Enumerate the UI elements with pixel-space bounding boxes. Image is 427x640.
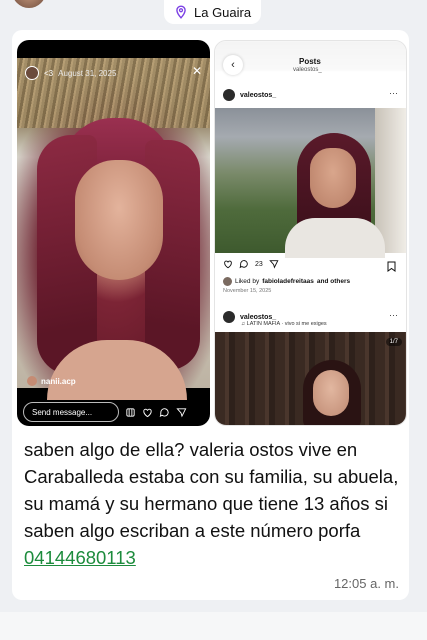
carousel-counter: 1/7 (385, 338, 402, 346)
heart-icon[interactable] (142, 407, 153, 418)
sender-avatar[interactable] (12, 0, 46, 8)
posts-screenshot[interactable]: ‹ Posts valeostos_ valeostos_ ··· 23 Lik… (214, 40, 407, 426)
story-avatar[interactable] (25, 66, 39, 80)
story-mention[interactable]: nanii.acp (27, 376, 76, 386)
liked-by-user[interactable]: fabioladefreitaas (262, 278, 314, 285)
location-pill[interactable]: La Guaira (164, 0, 262, 24)
message-text: saben algo de ella? valeria ostos vive e… (24, 436, 404, 571)
phone-link[interactable]: 04144680113 (24, 547, 136, 568)
close-icon[interactable]: ✕ (192, 64, 202, 78)
post1-username: valeostos_ (240, 91, 277, 99)
post1-face (310, 148, 356, 208)
post1-actions: 23 (223, 259, 279, 269)
post2-music[interactable]: ♫ LATIN MAFIA · vivo si me exiges (241, 321, 327, 327)
mention-username: nanii.acp (41, 376, 76, 386)
liked-by-prefix: Liked by (235, 278, 260, 285)
posts-subtitle: valeostos_ (293, 67, 322, 73)
story-screenshot[interactable]: <3 August 31, 2025 ✕ nanii.acp Send mess… (17, 40, 210, 426)
liked-by[interactable]: Liked by fabioladefreitaas and others (223, 277, 350, 286)
more-icon[interactable]: ··· (389, 88, 398, 98)
story-username[interactable]: <3 (44, 69, 53, 78)
mention-avatar (27, 376, 37, 386)
location-label: La Guaira (194, 4, 252, 20)
post1-user[interactable]: valeostos_ (223, 89, 276, 101)
posts-title: Posts (299, 57, 321, 66)
heart-icon[interactable] (223, 259, 233, 269)
post2-face (313, 370, 349, 416)
post2-avatar (223, 311, 235, 323)
chevron-left-icon[interactable]: ‹ (223, 55, 243, 75)
more-icon[interactable]: ··· (389, 310, 398, 320)
post1-shirt (285, 218, 385, 258)
copy-icon[interactable] (125, 407, 136, 418)
liked-by-suffix: and others (316, 278, 351, 285)
story-reply-bar: Send message... (17, 398, 210, 426)
bookmark-icon[interactable] (387, 259, 396, 277)
liked-by-avatar (223, 277, 232, 286)
bottom-area (0, 612, 427, 640)
location-pin-icon (176, 5, 186, 19)
post2-username: valeostos_ (240, 313, 277, 321)
story-face (75, 160, 163, 280)
comment-count: 23 (255, 260, 263, 268)
comment-icon[interactable] (159, 407, 170, 418)
music-icon: ♫ (241, 321, 246, 327)
story-header: <3 August 31, 2025 (25, 66, 116, 80)
send-message-input[interactable]: Send message... (23, 402, 119, 422)
message-body: saben algo de ella? valeria ostos vive e… (24, 439, 399, 541)
comment-icon[interactable] (239, 259, 249, 269)
post1-image[interactable] (215, 108, 406, 258)
message-time: 12:05 a. m. (333, 576, 399, 591)
post1-avatar (223, 89, 235, 101)
post2-image[interactable]: 1/7 (215, 332, 406, 425)
share-icon[interactable] (269, 259, 279, 269)
post1-date: November 15, 2025 (223, 288, 272, 294)
post2-music-label: LATIN MAFIA · vivo si me exiges (246, 321, 327, 327)
posts-header: ‹ Posts valeostos_ (215, 55, 406, 79)
share-icon[interactable] (176, 407, 187, 418)
story-date: August 31, 2025 (58, 68, 117, 78)
